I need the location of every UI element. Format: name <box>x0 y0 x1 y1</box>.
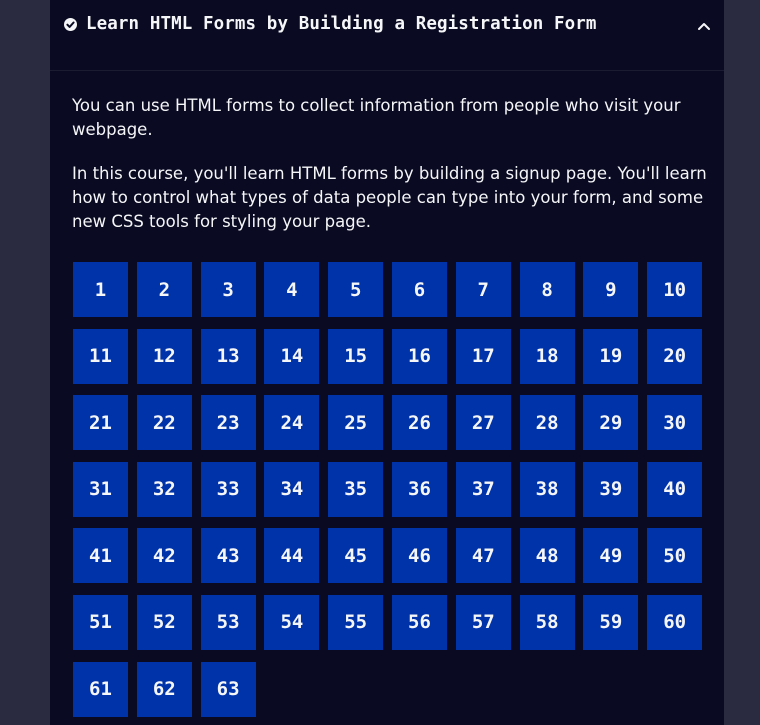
step-button[interactable]: 63 <box>200 661 256 717</box>
step-button[interactable]: 45 <box>328 528 384 584</box>
step-button[interactable]: 32 <box>136 461 192 517</box>
step-button[interactable]: 39 <box>583 461 639 517</box>
step-button[interactable]: 36 <box>391 461 447 517</box>
step-button[interactable]: 21 <box>73 395 128 451</box>
step-button[interactable]: 19 <box>583 328 639 384</box>
step-button[interactable]: 16 <box>391 328 447 384</box>
step-button[interactable]: 30 <box>647 395 703 451</box>
step-button[interactable]: 28 <box>519 395 575 451</box>
course-block-header[interactable]: Learn HTML Forms by Building a Registrat… <box>50 0 724 71</box>
step-button[interactable]: 33 <box>200 461 256 517</box>
step-button[interactable]: 47 <box>455 528 511 584</box>
step-button[interactable]: 13 <box>200 328 256 384</box>
step-button[interactable]: 46 <box>391 528 447 584</box>
step-button[interactable]: 18 <box>519 328 575 384</box>
step-button[interactable]: 37 <box>455 461 511 517</box>
chevron-up-icon[interactable] <box>696 18 712 34</box>
step-button[interactable]: 50 <box>647 528 703 584</box>
step-button[interactable]: 41 <box>73 528 128 584</box>
course-block-panel: Learn HTML Forms by Building a Registrat… <box>50 0 724 725</box>
step-button[interactable]: 24 <box>264 395 320 451</box>
step-button[interactable]: 25 <box>328 395 384 451</box>
step-button[interactable]: 49 <box>583 528 639 584</box>
step-button[interactable]: 4 <box>264 262 320 317</box>
step-button[interactable]: 10 <box>647 262 703 317</box>
step-grid: 1 2 3 4 5 6 7 8 9 10 11 12 13 14 15 16 17 18 19 20 21 22 23 24 2… <box>73 262 713 717</box>
step-button[interactable]: 52 <box>136 594 192 650</box>
course-title: Learn HTML Forms by Building a Registrat… <box>86 14 597 34</box>
step-button[interactable]: 8 <box>519 262 575 317</box>
step-button[interactable]: 54 <box>264 594 320 650</box>
step-button[interactable]: 20 <box>647 328 703 384</box>
step-button[interactable]: 17 <box>455 328 511 384</box>
step-button[interactable]: 23 <box>200 395 256 451</box>
step-button[interactable]: 38 <box>519 461 575 517</box>
step-button[interactable]: 9 <box>583 262 639 317</box>
step-button[interactable]: 15 <box>328 328 384 384</box>
step-button[interactable]: 7 <box>455 262 511 317</box>
step-button[interactable]: 14 <box>264 328 320 384</box>
course-description-intro: You can use HTML forms to collect inform… <box>72 96 681 139</box>
step-button[interactable]: 31 <box>73 461 128 517</box>
step-button[interactable]: 43 <box>200 528 256 584</box>
step-button[interactable]: 48 <box>519 528 575 584</box>
step-button[interactable]: 60 <box>647 594 703 650</box>
step-button[interactable]: 58 <box>519 594 575 650</box>
step-button[interactable]: 42 <box>136 528 192 584</box>
step-button[interactable]: 6 <box>391 262 447 317</box>
step-button[interactable]: 11 <box>73 328 128 384</box>
step-button[interactable]: 61 <box>73 661 128 717</box>
step-button[interactable]: 1 <box>73 262 128 317</box>
check-circle-icon <box>64 18 77 31</box>
course-description-details: In this course, you'll learn HTML forms … <box>72 164 707 231</box>
step-button[interactable]: 40 <box>647 461 703 517</box>
step-button[interactable]: 57 <box>455 594 511 650</box>
step-button[interactable]: 27 <box>455 395 511 451</box>
step-button[interactable]: 5 <box>328 262 384 317</box>
step-button[interactable]: 44 <box>264 528 320 584</box>
step-button[interactable]: 35 <box>328 461 384 517</box>
step-button[interactable]: 34 <box>264 461 320 517</box>
step-button[interactable]: 59 <box>583 594 639 650</box>
step-button[interactable]: 12 <box>136 328 192 384</box>
step-button[interactable]: 51 <box>73 594 128 650</box>
step-button[interactable]: 2 <box>136 262 192 317</box>
step-button[interactable]: 22 <box>136 395 192 451</box>
step-button[interactable]: 29 <box>583 395 639 451</box>
step-button[interactable]: 62 <box>136 661 192 717</box>
step-button[interactable]: 55 <box>328 594 384 650</box>
step-button[interactable]: 26 <box>391 395 447 451</box>
step-button[interactable]: 56 <box>391 594 447 650</box>
step-button[interactable]: 3 <box>200 262 256 317</box>
step-button[interactable]: 53 <box>200 594 256 650</box>
